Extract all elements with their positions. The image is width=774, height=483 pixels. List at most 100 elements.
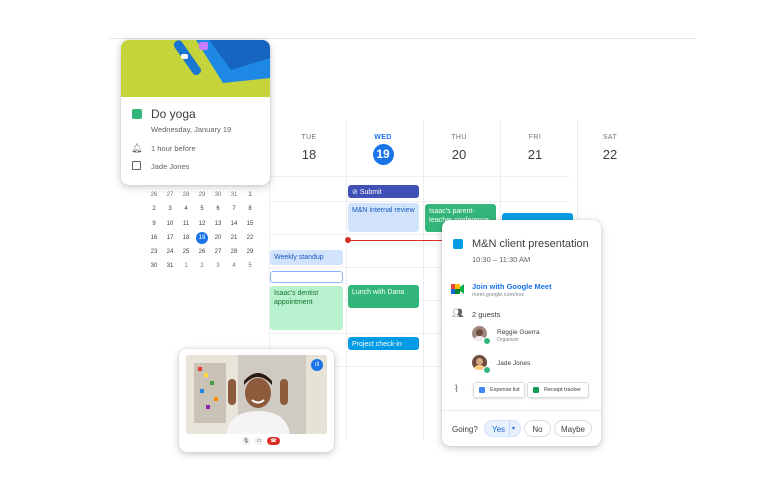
day-name: WED <box>374 134 392 141</box>
yoga-event-card[interactable]: Do yoga Wednesday, January 19 🔔︎ 1 hour … <box>121 40 270 185</box>
event-isaac-dentist[interactable]: Isaac's dentist appointment <box>270 286 343 330</box>
mini-day[interactable]: 16 <box>146 231 162 245</box>
day-name: SAT <box>602 134 618 141</box>
day-header-thu[interactable]: THU 20 <box>434 134 484 162</box>
rsvp-maybe-label: Maybe <box>560 425 585 434</box>
mini-day[interactable]: 28 <box>178 188 194 202</box>
mini-day[interactable]: 2 <box>194 259 210 273</box>
mini-day[interactable]: 6 <box>210 202 226 216</box>
yoga-reminder: 1 hour before <box>151 144 196 153</box>
event-mn-internal-review[interactable]: M&N internal review <box>348 203 419 232</box>
event-project-check-in[interactable]: Project check-in <box>348 337 419 350</box>
mini-day[interactable]: 8 <box>242 202 258 216</box>
task-check-icon: ⊘ <box>352 189 358 196</box>
day-number: 18 <box>301 147 317 162</box>
mini-day[interactable]: 3 <box>210 259 226 273</box>
day-header-sat[interactable]: SAT 22 <box>585 134 635 162</box>
mini-day[interactable]: 1 <box>178 259 194 273</box>
mini-day[interactable]: 29 <box>242 245 258 259</box>
speaking-indicator-icon: ıll <box>311 359 323 371</box>
mini-day[interactable]: 2 <box>146 202 162 216</box>
rsvp-yes-button[interactable]: Yes ▾ <box>484 420 521 437</box>
mini-day[interactable]: 22 <box>242 231 258 245</box>
mini-day[interactable]: 14 <box>226 217 242 231</box>
event-title: Lunch with Dana <box>352 289 405 296</box>
bell-icon: 🔔︎ <box>131 143 143 153</box>
day-header-fri[interactable]: FRI 21 <box>510 134 560 162</box>
mini-calendar-week: 23 24 25 26 27 28 29 <box>146 245 258 259</box>
day-number: 20 <box>451 147 467 162</box>
mini-day[interactable]: 31 <box>226 188 242 202</box>
event-title: M&N internal review <box>352 207 415 214</box>
mini-day[interactable]: 27 <box>210 245 226 259</box>
mini-day[interactable]: 9 <box>146 217 162 231</box>
mini-day[interactable]: 18 <box>178 231 194 245</box>
attachment-icon: ⌇ <box>454 384 459 395</box>
mini-day[interactable]: 3 <box>162 202 178 216</box>
mini-day[interactable]: 7 <box>226 202 242 216</box>
mini-day[interactable]: 30 <box>210 188 226 202</box>
rsvp-maybe-button[interactable]: Maybe <box>554 420 592 437</box>
mini-day[interactable]: 27 <box>162 188 178 202</box>
mini-day[interactable]: 29 <box>194 188 210 202</box>
card-divider <box>442 410 601 411</box>
mini-day[interactable]: 23 <box>146 245 162 259</box>
mini-day-selected[interactable]: 19 <box>194 231 210 245</box>
mini-day[interactable]: 30 <box>146 259 162 273</box>
mini-day[interactable]: 25 <box>178 245 194 259</box>
mini-day[interactable]: 12 <box>194 217 210 231</box>
meeting-detail-card[interactable]: M&N client presentation 10:30 – 11:30 AM… <box>442 220 601 446</box>
event-placeholder[interactable] <box>270 271 343 283</box>
mini-day[interactable]: 26 <box>194 245 210 259</box>
mini-calendar-week: 9 10 11 12 13 14 15 <box>146 217 258 231</box>
event-title: Project check-in <box>352 341 402 348</box>
mini-day[interactable]: 17 <box>162 231 178 245</box>
event-title: Submit reimbursem <box>359 189 382 196</box>
day-header-wed[interactable]: WED 19 <box>358 134 408 165</box>
mini-day[interactable]: 26 <box>146 188 162 202</box>
end-call-icon[interactable]: ☎︎ <box>267 437 280 445</box>
event-weekly-standup[interactable]: Weekly standup <box>270 250 343 265</box>
mini-calendar-week: 26 27 28 29 30 31 1 <box>146 188 258 202</box>
mini-day[interactable]: 11 <box>178 217 194 231</box>
mini-day[interactable]: 20 <box>210 231 226 245</box>
event-submit-reimbursement[interactable]: ⊘ Submit reimbursem <box>348 185 419 198</box>
mini-day[interactable]: 28 <box>226 245 242 259</box>
mini-day[interactable]: 1 <box>242 188 258 202</box>
mini-day[interactable]: 4 <box>178 202 194 216</box>
mini-day-selected-label: 19 <box>196 231 208 244</box>
attachment-expense-list[interactable]: Expense list <box>473 382 525 398</box>
meet-url[interactable]: meet.google.com/xvz <box>472 292 524 298</box>
mini-day[interactable]: 15 <box>242 217 258 231</box>
mini-day[interactable]: 5 <box>242 259 258 273</box>
mini-day[interactable]: 13 <box>210 217 226 231</box>
doc-icon <box>479 387 485 393</box>
day-header-tue[interactable]: TUE 18 <box>284 134 334 162</box>
yoga-title: Do yoga <box>151 107 196 121</box>
video-call-card[interactable]: ıll 🎙︎ ▭ ☎︎ <box>179 349 334 452</box>
mic-icon[interactable]: 🎙︎ <box>241 437 251 445</box>
join-meet-link[interactable]: Join with Google Meet <box>472 282 552 291</box>
camera-icon[interactable]: ▭ <box>254 437 264 445</box>
guest-name: Jade Jones <box>497 360 531 367</box>
guest-role: Organizer <box>497 337 519 343</box>
mini-day[interactable]: 4 <box>226 259 242 273</box>
day-name: TUE <box>301 134 317 141</box>
accepted-check-icon <box>483 337 491 345</box>
event-title: Weekly standup <box>274 254 324 261</box>
mini-day[interactable]: 21 <box>226 231 242 245</box>
mini-calendar: 26 27 28 29 30 31 1 2345678 9 10 11 12 13 14 15 16 17… <box>146 188 258 274</box>
google-meet-icon <box>451 281 464 294</box>
guest-name: Reggie Guerra <box>497 329 540 336</box>
mini-day[interactable]: 24 <box>162 245 178 259</box>
today-number: 19 <box>372 144 394 165</box>
event-lunch-with-dana[interactable]: Lunch with Dana <box>348 285 419 308</box>
attachment-receipt-tracker[interactable]: Receipt tracker <box>527 382 589 398</box>
rsvp-yes-label: Yes <box>492 425 506 434</box>
mini-day[interactable]: 31 <box>162 259 178 273</box>
rsvp-no-button[interactable]: No <box>524 420 551 437</box>
mini-day[interactable]: 10 <box>162 217 178 231</box>
mini-day[interactable]: 5 <box>194 202 210 216</box>
chevron-down-icon[interactable]: ▾ <box>512 421 515 438</box>
day-name: FRI <box>528 134 542 141</box>
